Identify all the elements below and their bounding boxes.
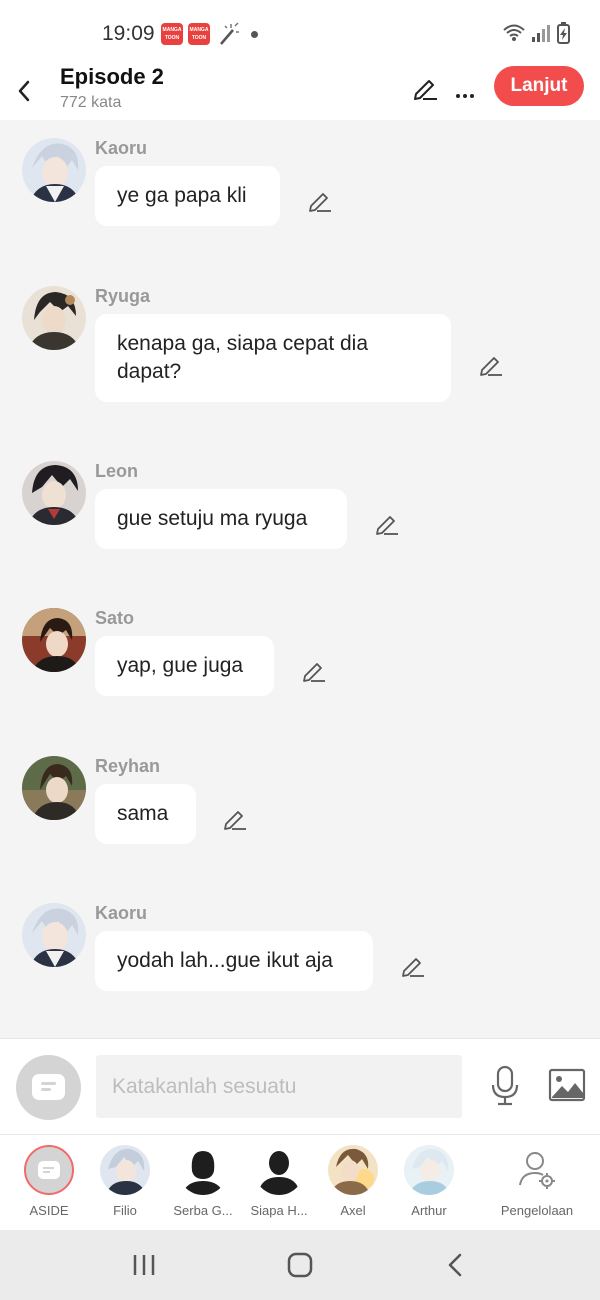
- character-aside[interactable]: ASIDE: [11, 1145, 87, 1227]
- avatar-leon[interactable]: [22, 461, 86, 525]
- notification-dot-icon: [251, 31, 258, 38]
- recent-apps-button[interactable]: [124, 1250, 164, 1280]
- speaker-name: Sato: [95, 608, 135, 628]
- back-button[interactable]: [10, 68, 38, 104]
- edit-message-button[interactable]: [399, 951, 427, 979]
- speaker-name: Reyhan: [95, 756, 161, 776]
- speaker-name: Leon: [95, 461, 138, 481]
- message-bubble[interactable]: yodah lah...gue ikut aja: [95, 931, 373, 991]
- character-name: Arthur: [411, 1203, 447, 1218]
- speaker-name: Kaoru: [95, 138, 148, 158]
- chat-area[interactable]: Kaoru ye ga papa kli Ryuga kenapa ga, si…: [0, 120, 600, 1038]
- avatar: [328, 1145, 378, 1195]
- character-name: Siapa H...: [250, 1203, 308, 1218]
- wifi-icon: [503, 24, 525, 41]
- character-name: Axel: [340, 1203, 366, 1218]
- more-options-button[interactable]: [450, 72, 480, 102]
- chevron-left-icon: [18, 80, 30, 102]
- character-name: Pengelolaan: [500, 1203, 574, 1218]
- recent-apps-icon: [133, 1255, 155, 1275]
- edit-message-button[interactable]: [306, 186, 334, 214]
- avatar-reyhan[interactable]: [22, 756, 86, 820]
- character-arthur[interactable]: Arthur: [391, 1145, 467, 1227]
- avatar-ryuga[interactable]: [22, 286, 86, 350]
- aside-toggle-button[interactable]: [16, 1055, 81, 1120]
- mangatoon-notification-icon: MANGA TOON: [161, 23, 183, 45]
- home-button[interactable]: [280, 1250, 320, 1280]
- character-name: Serba G...: [173, 1203, 233, 1218]
- pencil-icon: [402, 958, 424, 977]
- pencil-icon: [376, 516, 398, 535]
- edit-message-button[interactable]: [221, 804, 249, 832]
- pencil-icon: [224, 811, 246, 830]
- message-bubble[interactable]: ye ga papa kli: [95, 166, 280, 226]
- message-bubble[interactable]: gue setuju ma ryuga: [95, 489, 347, 549]
- pencil-icon: [303, 663, 325, 682]
- image-icon: [548, 1068, 586, 1102]
- manage-characters-icon: [512, 1145, 562, 1195]
- more-icon: [456, 94, 474, 98]
- character-name: Filio: [113, 1203, 137, 1218]
- avatar-kaoru[interactable]: [22, 138, 86, 202]
- character-management-button[interactable]: Pengelolaan: [498, 1145, 576, 1227]
- system-nav-bar: [0, 1230, 600, 1300]
- edit-episode-button[interactable]: [410, 72, 440, 102]
- mangatoon-notification-icon: MANGA TOON: [188, 23, 210, 45]
- character-axel[interactable]: Axel: [315, 1145, 391, 1227]
- edit-message-button[interactable]: [373, 509, 401, 537]
- episode-header: Episode 2 772 kata Lanjut: [0, 62, 600, 120]
- battery-icon: [557, 22, 570, 44]
- avatar: [254, 1145, 304, 1195]
- avatar-kaoru[interactable]: [22, 903, 86, 967]
- pencil-icon: [414, 80, 437, 100]
- avatar: [178, 1145, 228, 1195]
- message-bubble[interactable]: kenapa ga, siapa cepat dia dapat?: [95, 314, 451, 402]
- back-nav-button[interactable]: [436, 1250, 476, 1280]
- speaker-name: Kaoru: [95, 903, 148, 923]
- pencil-icon: [309, 193, 331, 212]
- system-status-icons: [503, 22, 570, 44]
- voice-input-button[interactable]: [488, 1065, 522, 1107]
- home-icon: [287, 1252, 313, 1278]
- next-button[interactable]: Lanjut: [494, 66, 584, 106]
- edit-message-button[interactable]: [477, 350, 505, 378]
- episode-title: Episode 2: [60, 64, 164, 89]
- magic-wand-icon: [220, 22, 239, 45]
- word-count: 772 kata: [60, 94, 122, 111]
- character-siapa-h[interactable]: Siapa H...: [241, 1145, 317, 1227]
- message-composer: [0, 1038, 600, 1134]
- avatar: [404, 1145, 454, 1195]
- pencil-icon: [480, 357, 502, 376]
- chevron-left-icon: [448, 1253, 462, 1277]
- message-input[interactable]: [96, 1055, 462, 1118]
- character-bar: ASIDE Filio Serba G... Siapa H... Axel A…: [0, 1134, 600, 1230]
- microphone-icon: [491, 1065, 519, 1106]
- signal-icon: [532, 25, 550, 42]
- aside-avatar: [24, 1145, 74, 1195]
- message-bubble[interactable]: yap, gue juga: [95, 636, 274, 696]
- speaker-name: Ryuga: [95, 286, 151, 306]
- edit-message-button[interactable]: [300, 656, 328, 684]
- status-bar: 19:09 MANGA TOON MANGA TOON: [0, 0, 600, 62]
- avatar-sato[interactable]: [22, 608, 86, 672]
- character-name: ASIDE: [29, 1203, 69, 1218]
- message-bubble[interactable]: sama: [95, 784, 196, 844]
- aside-icon: [32, 1074, 65, 1100]
- character-filio[interactable]: Filio: [87, 1145, 163, 1227]
- image-upload-button[interactable]: [548, 1067, 586, 1103]
- status-time: 19:09: [102, 22, 155, 45]
- aside-icon: [38, 1161, 60, 1179]
- character-serba-g[interactable]: Serba G...: [165, 1145, 241, 1227]
- avatar: [100, 1145, 150, 1195]
